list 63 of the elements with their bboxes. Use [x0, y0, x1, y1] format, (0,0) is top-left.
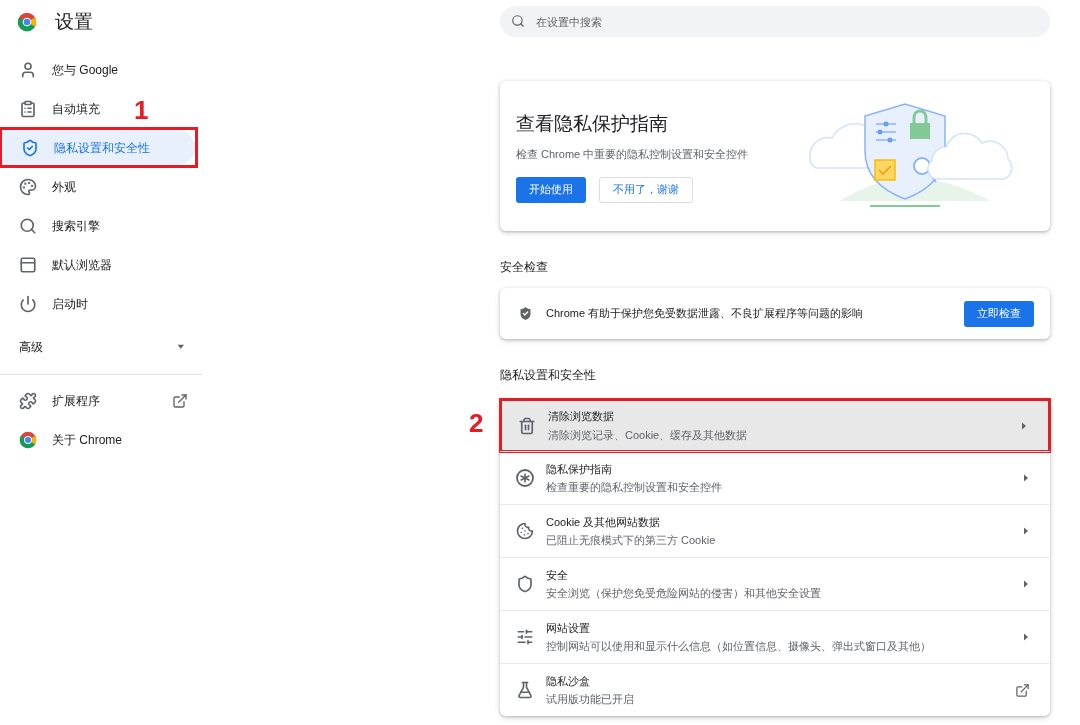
row-title: 隐私沙盒	[546, 673, 591, 689]
browser-logo-icon	[17, 12, 37, 32]
row-title: 隐私保护指南	[546, 461, 613, 477]
row-subtitle: 已阻止无痕模式下的第三方 Cookie	[546, 533, 717, 548]
caret-icon	[1022, 579, 1030, 589]
browser-logo-icon	[19, 430, 37, 449]
start-button[interactable]: 开始使用	[516, 176, 586, 203]
advanced-section-toggle[interactable]: 高级	[0, 330, 202, 364]
section-heading: 安全检查	[500, 259, 549, 276]
settings-row[interactable]: 清除浏览数据 清除浏览记录、Cookie、缓存及其他数据	[499, 398, 1051, 453]
circle-asterisk-icon	[516, 469, 534, 487]
card-title: 查看隐私保护指南	[516, 111, 669, 136]
caret-icon	[1022, 526, 1030, 536]
shield-icon	[21, 138, 39, 157]
row-title: 网站设置	[546, 620, 591, 636]
search-icon	[511, 14, 525, 28]
sidebar-item[interactable]: 您与 Google	[0, 52, 196, 87]
row-subtitle: 安全浏览（保护您免受危险网站的侵害）和其他安全设置	[546, 586, 822, 601]
settings-row[interactable]: 安全 安全浏览（保护您免受危险网站的侵害）和其他安全设置	[500, 558, 1050, 610]
row-subtitle: 检查重要的隐私控制设置和安全控件	[546, 480, 723, 495]
puzzle-icon	[19, 391, 37, 410]
sidebar-item[interactable]: 默认浏览器	[0, 247, 196, 282]
sidebar-item[interactable]: 启动时	[0, 286, 196, 321]
clipboard-icon	[19, 99, 37, 118]
row-title: Cookie 及其他网站数据	[546, 514, 662, 530]
caret-icon	[1022, 473, 1030, 483]
decline-button[interactable]: 不用了，谢谢	[599, 176, 693, 203]
browser-window-icon	[19, 255, 37, 274]
row-subtitle: 清除浏览记录、Cookie、缓存及其他数据	[548, 427, 749, 443]
row-title: 清除浏览数据	[548, 409, 615, 424]
search-field[interactable]: 在设置中搜索	[500, 6, 1050, 37]
check-now-button[interactable]: 立即检查	[964, 300, 1034, 327]
section-heading: 隐私设置和安全性	[500, 367, 597, 384]
sidebar-link[interactable]: 扩展程序	[0, 381, 202, 420]
cookie-icon	[516, 522, 534, 540]
row-subtitle: 试用版功能已开启	[546, 692, 635, 707]
shield-check-icon	[517, 305, 534, 322]
settings-row[interactable]: 隐私保护指南 检查重要的隐私控制设置和安全控件	[500, 452, 1050, 504]
row-subtitle: 控制网站可以使用和显示什么信息（如位置信息、摄像头、弹出式窗口及其他）	[546, 639, 932, 654]
trash-icon	[518, 416, 536, 435]
annotation-number: 1	[134, 97, 149, 123]
caret-icon	[1020, 420, 1028, 431]
person-icon	[19, 60, 37, 79]
card-description: 检查 Chrome 中重要的隐私控制设置和安全控件	[516, 147, 749, 162]
palette-icon	[19, 177, 37, 196]
external-link-icon	[1015, 682, 1030, 698]
safety-check-text: Chrome 有助于保护您免受数据泄露、不良扩展程序等问题的影响	[546, 306, 865, 322]
settings-row[interactable]: 隐私沙盒 试用版功能已开启	[500, 664, 1050, 716]
page-title: 设置	[55, 9, 93, 34]
sidebar-item[interactable]: 搜索引擎	[0, 208, 196, 243]
annotation-number: 2	[469, 410, 484, 436]
shield-icon	[516, 575, 534, 593]
settings-row[interactable]: Cookie 及其他网站数据 已阻止无痕模式下的第三方 Cookie	[500, 505, 1050, 557]
power-icon	[19, 294, 37, 313]
sidebar-link[interactable]: 关于 Chrome	[0, 420, 202, 459]
flask-icon	[516, 681, 534, 699]
row-title: 安全	[546, 567, 569, 583]
sidebar-item[interactable]: 外观	[0, 169, 196, 204]
sliders-icon	[516, 628, 534, 646]
search-icon	[19, 216, 37, 235]
sidebar-item[interactable]: 隐私设置和安全性	[2, 130, 195, 165]
settings-row[interactable]: 网站设置 控制网站可以使用和显示什么信息（如位置信息、摄像头、弹出式窗口及其他）	[500, 611, 1050, 663]
caret-icon	[1022, 632, 1030, 642]
